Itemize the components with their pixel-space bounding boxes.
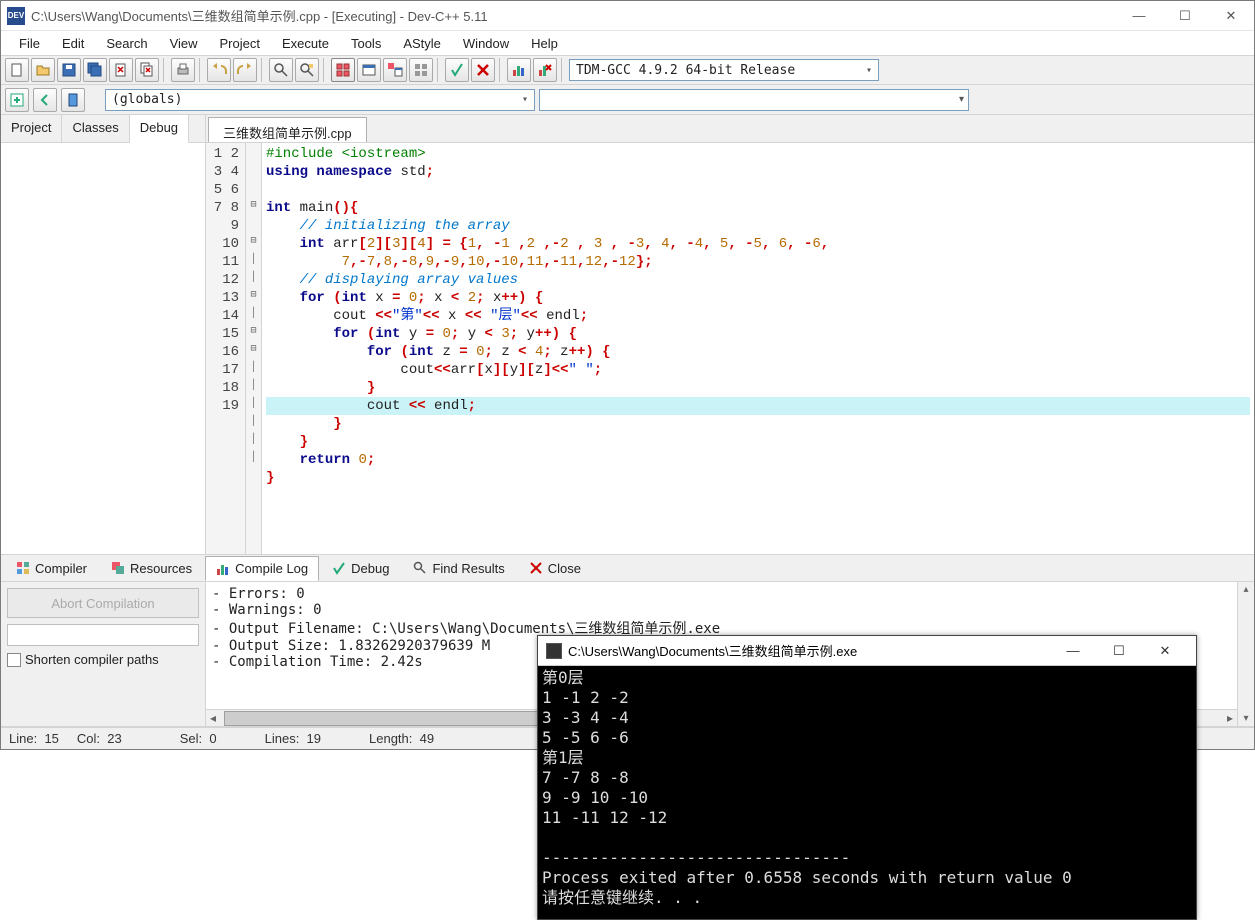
titlebar: DEV C:\Users\Wang\Documents\三维数组简单示例.cpp… [1,1,1254,31]
find-button[interactable] [269,58,293,82]
replace-button[interactable] [295,58,319,82]
left-panel-content [1,143,205,554]
menubar: File Edit Search View Project Execute To… [1,31,1254,55]
console-icon [546,643,562,659]
globals-select[interactable]: (globals) ▾ [105,89,535,111]
stop-debug-button[interactable] [471,58,495,82]
editor-panel: 三维数组简单示例.cpp 1 2 3 4 5 6 7 8 9 10 11 12 … [206,115,1254,554]
minimize-button[interactable]: — [1116,1,1162,30]
console-output[interactable]: 第0层 1 -1 2 -2 3 -3 4 -4 5 -5 6 -6 第1层 7 … [538,666,1196,919]
redo-button[interactable] [233,58,257,82]
code-editor[interactable]: 1 2 3 4 5 6 7 8 9 10 11 12 13 14 15 16 1… [206,143,1254,554]
debug-button[interactable] [445,58,469,82]
compile-controls: Abort Compilation Shorten compiler paths [1,582,206,726]
menu-help[interactable]: Help [521,33,568,54]
delete-profile-button[interactable] [533,58,557,82]
toolbar-main: TDM-GCC 4.9.2 64-bit Release ▾ [1,55,1254,85]
line-gutter: 1 2 3 4 5 6 7 8 9 10 11 12 13 14 15 16 1… [206,143,246,554]
menu-astyle[interactable]: AStyle [393,33,451,54]
compile-run-button[interactable] [383,58,407,82]
console-close-button[interactable]: ✕ [1142,636,1188,666]
body-area: Project Classes Debug 三维数组简单示例.cpp 1 2 3… [1,115,1254,554]
compile-button[interactable] [331,58,355,82]
code-lines: #include <iostream> using namespace std;… [262,143,1254,554]
bookmarks-button[interactable] [61,88,85,112]
btab-debug[interactable]: Debug [321,556,400,581]
save-all-button[interactable] [83,58,107,82]
abort-compilation-button[interactable]: Abort Compilation [7,588,199,618]
log-vscrollbar[interactable]: ▴▾ [1237,582,1254,726]
print-button[interactable] [171,58,195,82]
left-panel: Project Classes Debug [1,115,206,554]
btab-compile-log[interactable]: Compile Log [205,556,319,581]
console-maximize-button[interactable]: ☐ [1096,636,1142,666]
tab-classes[interactable]: Classes [62,115,129,142]
console-window: C:\Users\Wang\Documents\三维数组简单示例.exe — ☐… [537,635,1197,920]
compiler-select[interactable]: TDM-GCC 4.9.2 64-bit Release ▾ [569,59,879,81]
menu-window[interactable]: Window [453,33,519,54]
shorten-paths-row: Shorten compiler paths [7,652,199,667]
close-button[interactable]: ✕ [1208,1,1254,30]
function-select[interactable]: ▾ [539,89,969,111]
tab-project[interactable]: Project [1,115,62,142]
left-tabs: Project Classes Debug [1,115,205,143]
globals-select-value: (globals) [112,92,182,107]
file-tab-active[interactable]: 三维数组简单示例.cpp [208,117,367,142]
chevron-down-icon: ▾ [866,65,872,76]
run-button[interactable] [357,58,381,82]
file-tabs: 三维数组简单示例.cpp [206,115,1254,143]
toolbar-secondary: (globals) ▾ ▾ [1,85,1254,115]
goto-func-button[interactable] [5,88,29,112]
save-button[interactable] [57,58,81,82]
btab-resources[interactable]: Resources [100,556,203,581]
console-title-text: C:\Users\Wang\Documents\三维数组简单示例.exe [568,641,1050,660]
rebuild-button[interactable] [409,58,433,82]
menu-execute[interactable]: Execute [272,33,339,54]
bottom-tabs: Compiler Resources Compile Log Debug Fin… [1,554,1254,582]
fold-column: ⊟ ⊟││ ⊟│ ⊟⊟ │││ │││ [246,143,262,554]
app-icon: DEV [7,7,25,25]
console-titlebar: C:\Users\Wang\Documents\三维数组简单示例.exe — ☐… [538,636,1196,666]
btab-close[interactable]: Close [518,556,592,581]
compiler-select-value: TDM-GCC 4.9.2 64-bit Release [576,63,795,78]
shorten-paths-label: Shorten compiler paths [25,652,159,667]
open-file-button[interactable] [31,58,55,82]
shorten-paths-checkbox[interactable] [7,653,21,667]
tab-debug[interactable]: Debug [130,115,189,143]
close-all-button[interactable] [135,58,159,82]
chevron-down-icon: ▾ [522,94,528,105]
menu-tools[interactable]: Tools [341,33,391,54]
btab-compiler[interactable]: Compiler [5,556,98,581]
goto-back-button[interactable] [33,88,57,112]
new-file-button[interactable] [5,58,29,82]
undo-button[interactable] [207,58,231,82]
close-file-button[interactable] [109,58,133,82]
maximize-button[interactable]: ☐ [1162,1,1208,30]
window-title: C:\Users\Wang\Documents\三维数组简单示例.cpp - [… [31,6,1116,25]
menu-search[interactable]: Search [96,33,157,54]
window-controls: — ☐ ✕ [1116,1,1254,30]
profile-button[interactable] [507,58,531,82]
compile-progress [7,624,199,646]
btab-find-results[interactable]: Find Results [402,556,515,581]
menu-file[interactable]: File [9,33,50,54]
menu-project[interactable]: Project [210,33,270,54]
menu-view[interactable]: View [160,33,208,54]
chevron-down-icon: ▾ [959,94,964,105]
console-minimize-button[interactable]: — [1050,636,1096,666]
menu-edit[interactable]: Edit [52,33,94,54]
